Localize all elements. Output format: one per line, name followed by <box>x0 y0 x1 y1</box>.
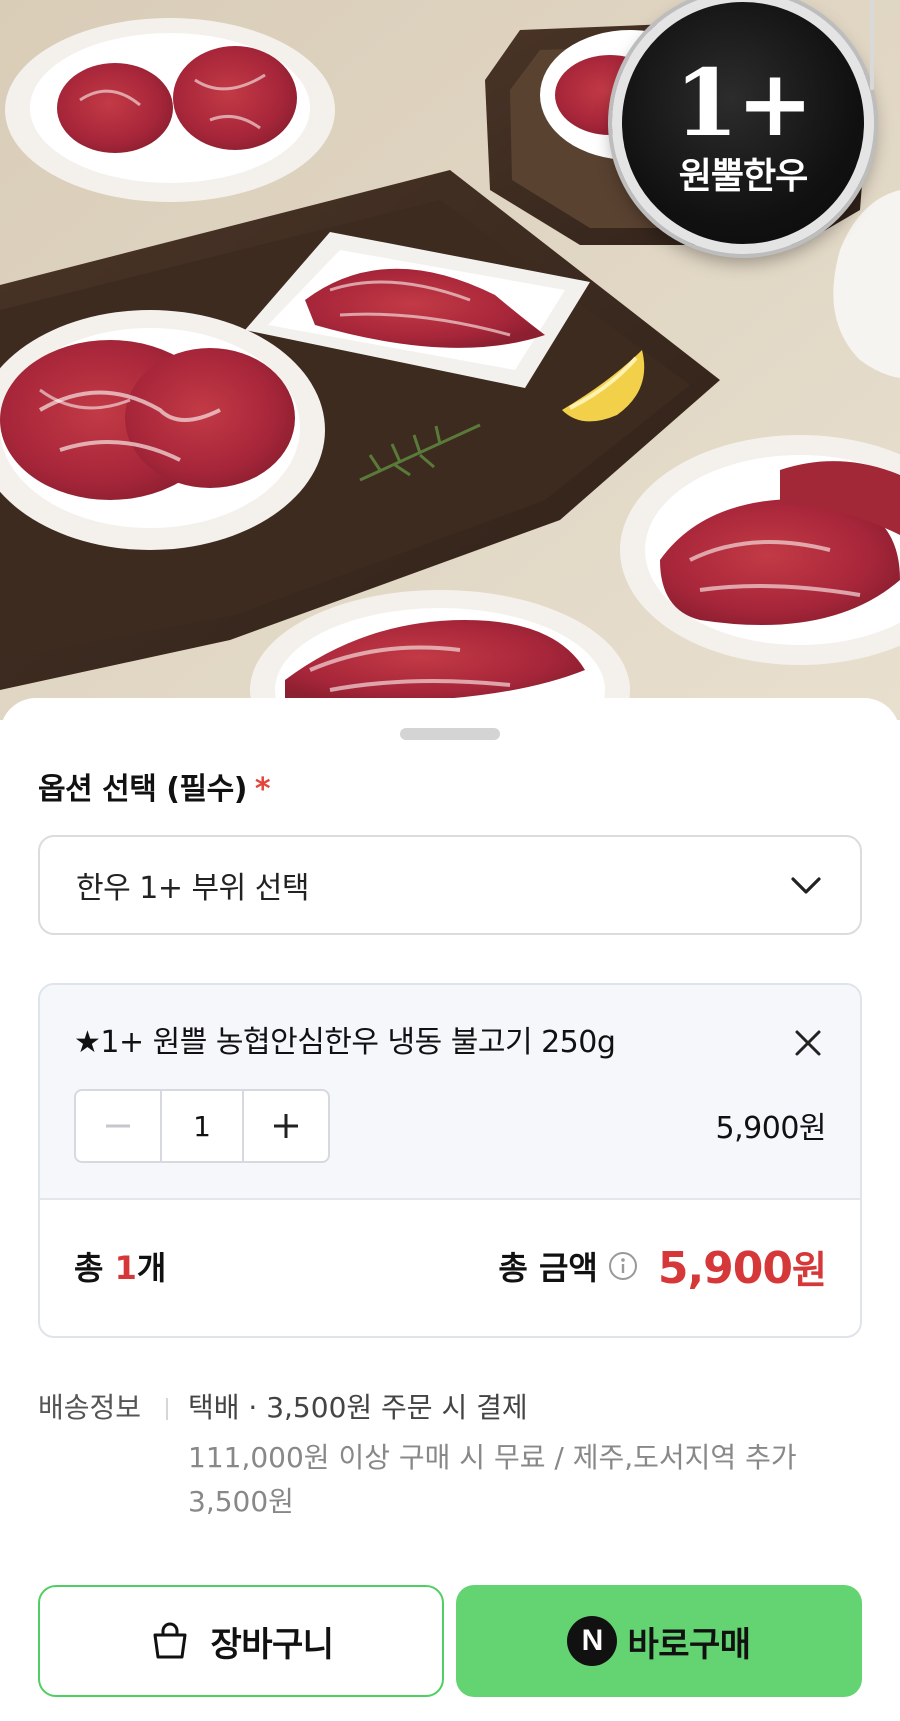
badge-grade-text: 1+ <box>674 49 813 157</box>
total-amount: 5,900원 <box>657 1239 827 1294</box>
order-item-name: ★1+ 원쁠 농협안심한우 냉동 불고기 250g <box>74 1025 616 1060</box>
grade-badge: 1+ 원뿔한우 <box>612 0 874 254</box>
badge-brand-text: 원뿔한우 <box>678 156 808 197</box>
total-count: 총 1개 <box>74 1246 166 1290</box>
option-select-value: 한우 1+ 부위 선택 <box>76 871 309 906</box>
decrease-quantity-button[interactable] <box>76 1091 160 1161</box>
shopping-bag-icon <box>153 1622 187 1659</box>
required-mark: * <box>254 772 271 807</box>
total-amount-group: 총 금액 5,900원 <box>498 1238 827 1294</box>
increase-quantity-button[interactable] <box>244 1091 328 1161</box>
buy-now-label: 바로구매 <box>627 1624 751 1665</box>
info-icon[interactable] <box>608 1251 638 1281</box>
order-item-price: 5,900원 <box>715 1111 827 1146</box>
product-hero-image: 1+ 원뿔한우 <box>0 0 900 720</box>
remove-item-button[interactable] <box>786 1021 830 1065</box>
total-amount-value: 5,900 <box>657 1242 793 1294</box>
order-item: ★1+ 원쁠 농협안심한우 냉동 불고기 250g 1 5,900원 <box>40 985 860 1200</box>
total-count-suffix: 개 <box>136 1249 167 1287</box>
scroll-indicator <box>870 0 874 90</box>
minus-icon <box>105 1124 130 1128</box>
delivery-divider <box>166 1398 168 1420</box>
quantity-value[interactable]: 1 <box>159 1091 245 1161</box>
chevron-down-icon <box>791 877 821 894</box>
buy-now-button[interactable]: N 바로구매 <box>456 1585 862 1697</box>
option-heading: 옵션 선택 (필수) * <box>38 770 271 810</box>
total-amount-unit: 원 <box>792 1247 827 1292</box>
close-icon <box>795 1030 821 1056</box>
total-count-prefix: 총 <box>74 1249 115 1287</box>
total-summary: 총 1개 총 금액 5,900원 <box>40 1202 860 1336</box>
add-to-cart-button[interactable]: 장바구니 <box>38 1585 444 1697</box>
quantity-stepper: 1 <box>74 1089 330 1163</box>
product-option-page: 1+ 원뿔한우 옵션 선택 (필수) * 한우 1+ 부위 선택 ★1+ 원쁠 농… <box>0 0 900 1721</box>
option-bottom-sheet: 옵션 선택 (필수) * 한우 1+ 부위 선택 ★1+ 원쁠 농협안심한우 냉동… <box>0 698 900 1721</box>
total-amount-label: 총 금액 <box>498 1249 598 1287</box>
plus-icon <box>274 1114 299 1138</box>
total-count-value: 1 <box>114 1249 137 1287</box>
selected-order-card: ★1+ 원쁠 농협안심한우 냉동 불고기 250g 1 5,900원 총 1개 … <box>38 983 862 1338</box>
naver-pay-icon: N <box>567 1616 618 1666</box>
option-heading-text: 옵션 선택 (필수) <box>38 772 247 807</box>
sheet-drag-handle[interactable] <box>400 728 500 740</box>
delivery-label: 배송정보 <box>38 1391 142 1424</box>
add-to-cart-label: 장바구니 <box>210 1624 334 1665</box>
option-select-dropdown[interactable]: 한우 1+ 부위 선택 <box>38 835 862 935</box>
delivery-free-condition: 111,000원 이상 구매 시 무료 / 제주,도서지역 추가 3,500원 <box>188 1441 797 1518</box>
delivery-method: 택배 · 3,500원 주문 시 결제 <box>188 1391 528 1424</box>
